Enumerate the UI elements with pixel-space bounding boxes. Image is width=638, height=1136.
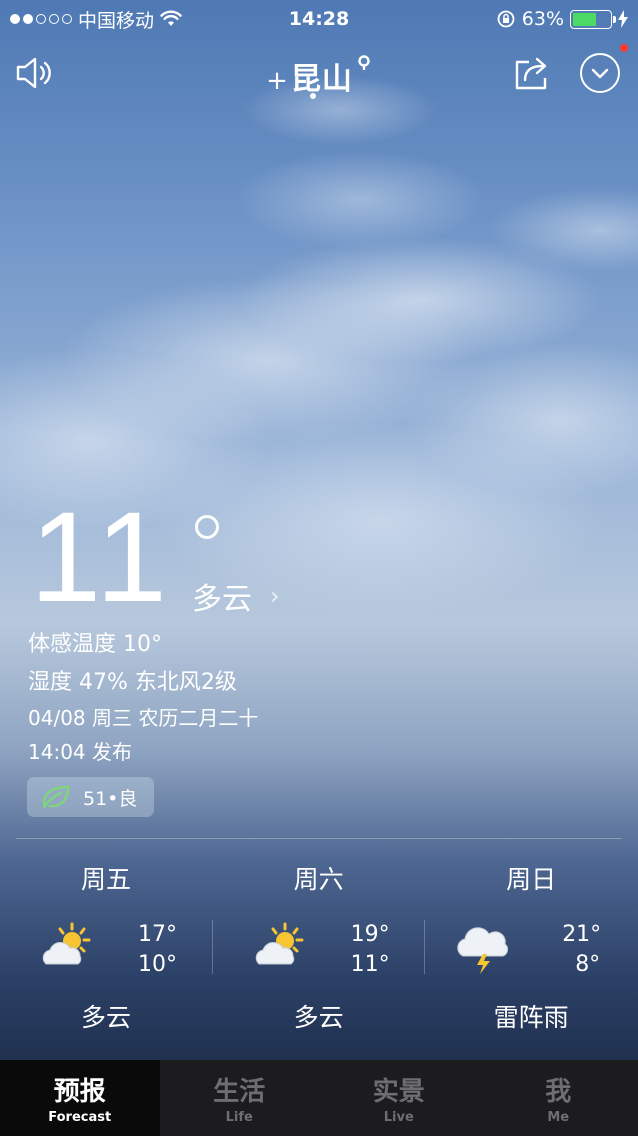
partly-cloudy-icon	[255, 922, 304, 965]
status-right: 63%	[496, 8, 628, 30]
current-temperature: 11	[30, 486, 171, 629]
thunderstorm-icon	[457, 927, 509, 974]
forecast-day-name: 周六	[293, 865, 344, 894]
wifi-icon	[160, 10, 182, 26]
tab-label: 生活	[213, 1077, 266, 1107]
tab-label: 我	[545, 1077, 572, 1107]
forecast-day[interactable]: 周六 19° 11° 多云	[213, 860, 426, 1040]
tab-live[interactable]: 实景 Live	[319, 1060, 479, 1136]
battery-percent: 63%	[521, 8, 564, 30]
tab-label: 实景	[372, 1077, 425, 1107]
status-bar: 中国移动 14:28 63%	[0, 0, 638, 38]
tab-forecast[interactable]: 预报 Forecast	[0, 1060, 160, 1136]
tab-sublabel: Life	[225, 1110, 253, 1125]
forecast-condition: 多云	[293, 1003, 344, 1032]
chevron-right-icon: ›	[270, 582, 280, 610]
signal-strength-icon	[10, 14, 72, 24]
share-icon[interactable]	[512, 52, 554, 94]
add-city-icon[interactable]: +	[266, 66, 289, 96]
forecast-day[interactable]: 周日 21° 8° 雷阵雨	[425, 860, 638, 1040]
date-line: 04/08 周三 农历二月二十	[28, 706, 259, 730]
forecast-low: 10°	[138, 952, 177, 977]
partly-cloudy-icon	[42, 922, 91, 965]
tab-sublabel: Forecast	[48, 1110, 112, 1125]
tab-life[interactable]: 生活 Life	[160, 1060, 320, 1136]
nav-bar: +昆山	[0, 44, 638, 102]
forecast-day[interactable]: 周五 17° 10° 多云	[0, 860, 213, 1040]
tab-sublabel: Live	[383, 1110, 414, 1125]
divider	[16, 838, 622, 839]
forecast-high: 19°	[350, 922, 390, 947]
rotation-lock-icon	[497, 10, 515, 28]
forecast-condition: 多云	[80, 1003, 131, 1032]
leaf-icon	[42, 785, 70, 809]
location-pin-icon	[358, 55, 370, 70]
forecast-condition: 雷阵雨	[493, 1003, 569, 1032]
publish-time: 14:04 发布	[28, 740, 132, 764]
menu-button[interactable]	[580, 53, 620, 93]
humidity-wind: 湿度 47% 东北风2级	[28, 670, 237, 695]
forecast-list: 周五 17° 10° 多云 周六 19° 11° 多云 周日 21° 8° 雷阵…	[0, 860, 638, 1040]
aqi-value: 51•良	[83, 787, 138, 810]
battery-fill	[573, 12, 596, 26]
feels-like: 体感温度 10°	[28, 632, 162, 657]
notification-badge	[620, 44, 628, 52]
forecast-day-name: 周五	[80, 865, 131, 894]
forecast-high: 17°	[138, 922, 177, 947]
carrier-name: 中国移动	[78, 9, 155, 32]
current-condition: 多云	[192, 582, 252, 617]
tab-label: 预报	[53, 1077, 106, 1107]
charging-bolt-icon	[618, 10, 628, 28]
tab-me[interactable]: 我 Me	[479, 1060, 638, 1136]
tab-sublabel: Me	[547, 1110, 570, 1125]
battery-icon	[570, 9, 616, 29]
chevron-down-icon	[591, 68, 609, 79]
forecast-high: 21°	[562, 922, 602, 947]
status-left: 中国移动	[10, 6, 182, 33]
forecast-low: 11°	[350, 952, 390, 977]
weather-screen: 中国移动 14:28 63% +昆山 11 多云 › 体感温度 10° 湿度 4…	[0, 0, 638, 1136]
city-name: 昆山	[290, 62, 353, 97]
forecast-day-name: 周日	[506, 865, 557, 894]
tab-bar: 预报 Forecast 生活 Life 实景 Live 我 Me	[0, 1060, 638, 1136]
current-condition-link[interactable]: 多云 ›	[192, 574, 280, 618]
degree-symbol	[195, 515, 219, 539]
page-indicator-dot	[310, 93, 316, 99]
forecast-low: 8°	[575, 952, 601, 977]
aqi-badge[interactable]: 51•良	[27, 777, 154, 817]
